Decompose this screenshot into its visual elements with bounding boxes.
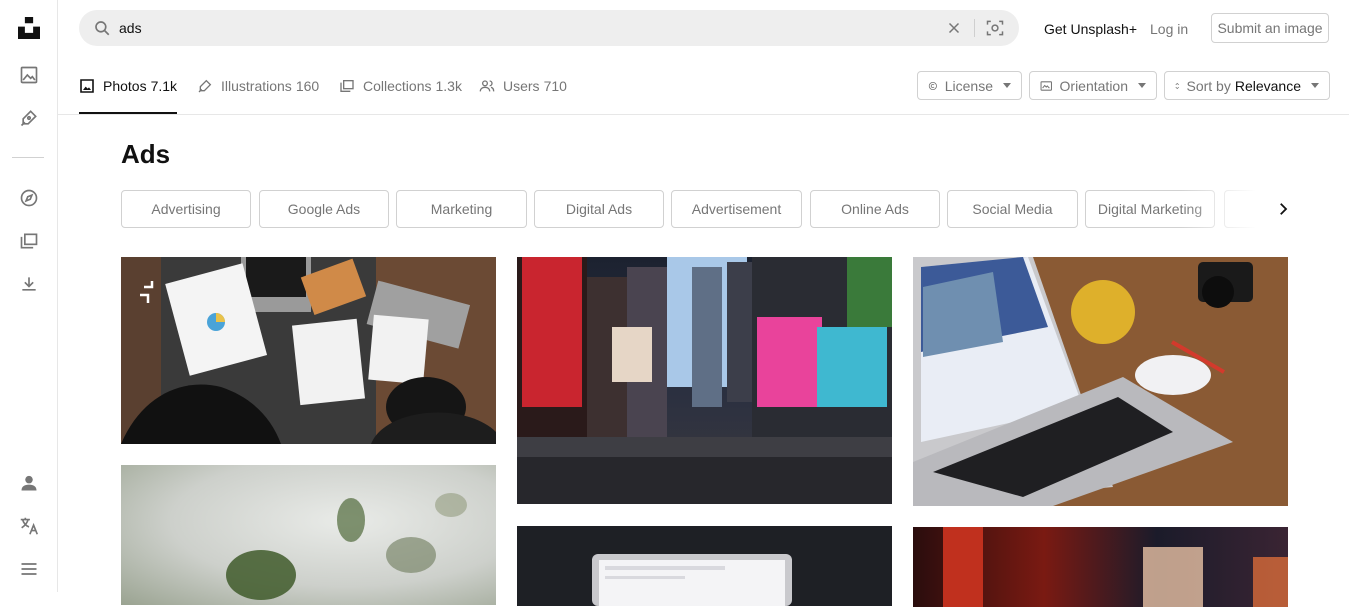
search-input[interactable] bbox=[119, 18, 919, 38]
orientation-icon bbox=[1040, 80, 1052, 91]
chevron-down-icon bbox=[1003, 83, 1011, 88]
download-icon[interactable] bbox=[17, 272, 41, 296]
submit-image-button[interactable]: Submit an image bbox=[1211, 13, 1329, 43]
chip-digital-ads[interactable]: Digital Ads bbox=[534, 190, 664, 228]
chip-advertising[interactable]: Advertising bbox=[121, 190, 251, 228]
sort-icon bbox=[1175, 82, 1180, 89]
photo-times-square[interactable] bbox=[517, 257, 892, 504]
header-divider bbox=[58, 114, 1349, 115]
get-unsplash-plus-link[interactable]: Get Unsplash+ bbox=[1044, 21, 1137, 37]
chips-fade bbox=[1181, 190, 1288, 228]
tab-count: 7.1k bbox=[150, 78, 178, 94]
search-bar bbox=[79, 10, 1019, 46]
photo-laptop-dark[interactable] bbox=[517, 526, 892, 606]
sort-filter[interactable]: Sort by Relevance bbox=[1164, 71, 1330, 100]
tab-collections[interactable]: Collections 1.3k bbox=[339, 58, 462, 114]
photo-business-charts[interactable] bbox=[121, 257, 496, 444]
tab-label: Illustrations bbox=[221, 78, 292, 94]
license-label: License bbox=[944, 77, 993, 94]
left-rail bbox=[0, 0, 58, 592]
compass-icon[interactable] bbox=[17, 186, 41, 210]
user-icon[interactable] bbox=[17, 471, 41, 495]
chip-marketing[interactable]: Marketing bbox=[396, 190, 527, 228]
collections-icon[interactable] bbox=[17, 229, 41, 253]
tab-count: 160 bbox=[295, 78, 320, 94]
chip-online-ads[interactable]: Online Ads bbox=[810, 190, 940, 228]
illustration-pen-icon[interactable] bbox=[17, 106, 41, 130]
related-searches: Advertising Google Ads Marketing Digital… bbox=[121, 190, 1288, 228]
orientation-filter[interactable]: Orientation bbox=[1029, 71, 1157, 100]
photo-neon-street[interactable] bbox=[913, 527, 1288, 607]
tab-label: Collections bbox=[363, 78, 432, 94]
tab-users[interactable]: Users 710 bbox=[479, 58, 567, 114]
translate-icon[interactable] bbox=[17, 514, 41, 538]
clear-search-icon[interactable] bbox=[945, 19, 963, 37]
sort-prefix: Sort by bbox=[1186, 77, 1231, 94]
page-title: Ads bbox=[121, 139, 171, 169]
chip-social-media[interactable]: Social Media bbox=[947, 190, 1078, 228]
photo-blurred-plant[interactable] bbox=[121, 465, 496, 605]
chevron-right-icon[interactable] bbox=[1274, 200, 1292, 218]
chevron-down-icon bbox=[1311, 83, 1319, 88]
tab-label: Photos bbox=[103, 78, 147, 94]
tab-count: 1.3k bbox=[435, 78, 462, 94]
unsplash-logo-icon[interactable] bbox=[17, 16, 41, 40]
tab-photos[interactable]: Photos 7.1k bbox=[79, 58, 178, 114]
search-divider bbox=[974, 19, 975, 37]
tab-label: Users bbox=[503, 78, 540, 94]
license-filter[interactable]: License bbox=[917, 71, 1022, 100]
chevron-down-icon bbox=[1138, 83, 1146, 88]
login-link[interactable]: Log in bbox=[1150, 21, 1188, 37]
orientation-label: Orientation bbox=[1059, 77, 1128, 94]
photo-laptop-facebook[interactable] bbox=[913, 257, 1288, 506]
chip-advertisement[interactable]: Advertisement bbox=[671, 190, 802, 228]
menu-icon[interactable] bbox=[17, 557, 41, 581]
photo-icon[interactable] bbox=[17, 63, 41, 87]
copyright-icon bbox=[928, 81, 937, 90]
tab-illustrations[interactable]: Illustrations 160 bbox=[197, 58, 319, 114]
visual-search-icon[interactable] bbox=[985, 18, 1005, 38]
tab-count: 710 bbox=[543, 78, 567, 94]
sort-value: Relevance bbox=[1234, 77, 1301, 94]
search-icon[interactable] bbox=[93, 19, 111, 37]
chip-google-ads[interactable]: Google Ads bbox=[259, 190, 389, 228]
rail-separator bbox=[12, 157, 44, 158]
